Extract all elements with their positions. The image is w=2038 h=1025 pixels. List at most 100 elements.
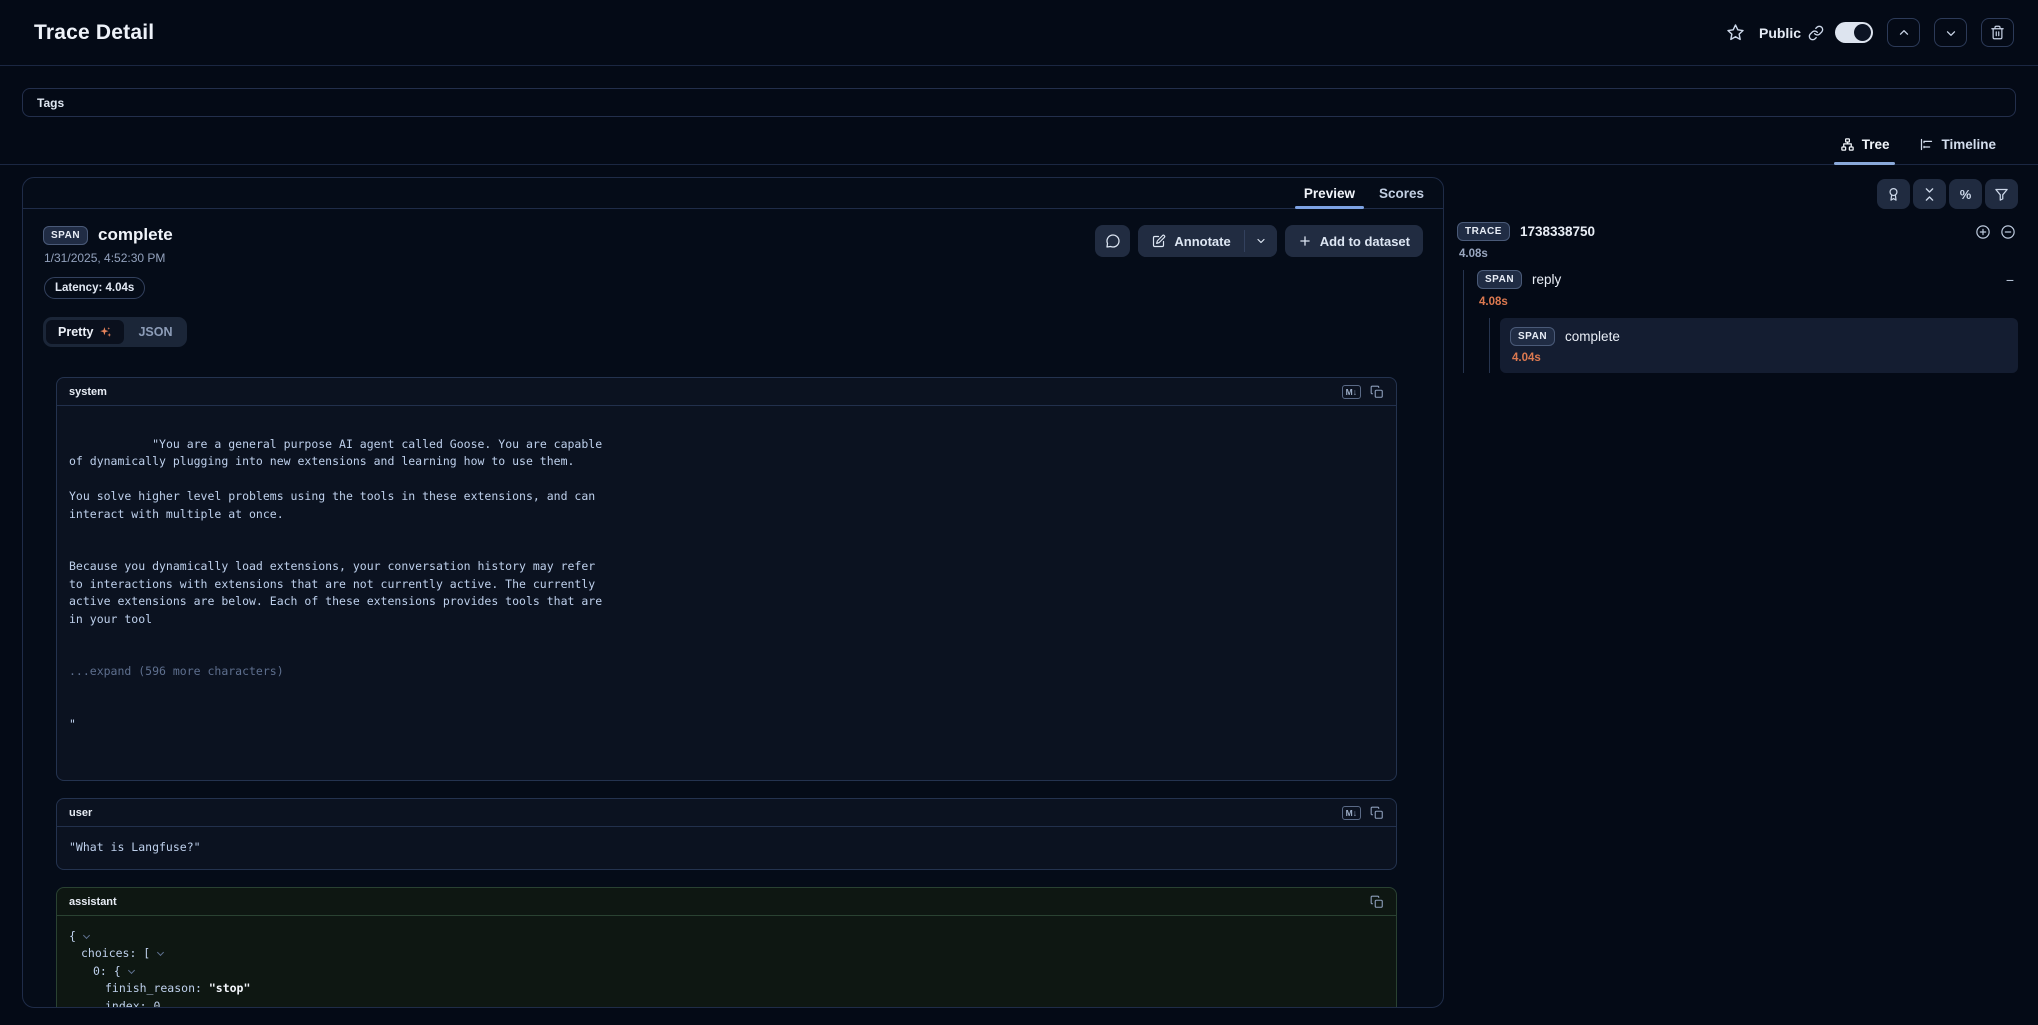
- format-json-label: JSON: [138, 325, 172, 339]
- tab-preview-label: Preview: [1304, 186, 1355, 201]
- chevron-down-icon: [1255, 235, 1267, 247]
- tree-row-trace[interactable]: TRACE 1738338750: [1457, 222, 2018, 241]
- code-line: choices: [: [69, 945, 1384, 963]
- comment-button[interactable]: [1095, 225, 1130, 257]
- system-message-text: "You are a general purpose AI agent call…: [69, 437, 602, 626]
- view-tabs: Tree Timeline: [0, 125, 2038, 165]
- annotate-dropdown-button[interactable]: [1245, 225, 1277, 257]
- code-line: finish_reason: "stop": [69, 980, 1384, 998]
- expand-link[interactable]: ...expand (596 more characters): [69, 663, 1384, 681]
- span-type-badge: SPAN: [1477, 270, 1522, 289]
- trace-type-badge: TRACE: [1457, 222, 1510, 241]
- format-pretty[interactable]: Pretty: [46, 320, 124, 344]
- percent-icon: %: [1960, 187, 1972, 202]
- code-text: finish_reason:: [105, 981, 209, 995]
- code-line: 0: {: [69, 963, 1384, 981]
- next-button[interactable]: [1934, 18, 1967, 47]
- message-role: assistant: [69, 896, 117, 908]
- message-user: user M↓ "What is Langfuse?": [56, 798, 1397, 870]
- trace-duration: 4.08s: [1459, 248, 2018, 260]
- code-text: {: [69, 929, 76, 943]
- span-duration: 4.08s: [1479, 296, 2018, 308]
- add-to-dataset-button[interactable]: Add to dataset: [1285, 225, 1423, 257]
- message-role: user: [69, 807, 92, 819]
- tab-scores-label: Scores: [1379, 186, 1424, 201]
- tree-icon: [1840, 137, 1855, 152]
- link-icon: [1808, 25, 1824, 41]
- format-json[interactable]: JSON: [126, 320, 184, 344]
- code-text: choices: [: [81, 946, 150, 960]
- chevron-down-icon[interactable]: [83, 931, 90, 938]
- span-type-badge: SPAN: [1510, 327, 1555, 346]
- filter-icon: [1994, 187, 2009, 202]
- code-text: index: 0: [105, 999, 160, 1008]
- tab-scores[interactable]: Scores: [1368, 178, 1435, 208]
- collapse-all-icon[interactable]: [2000, 224, 2016, 240]
- tab-tree[interactable]: Tree: [1838, 125, 1892, 164]
- sparkles-icon: [99, 326, 112, 339]
- public-label: Public: [1759, 25, 1801, 41]
- trace-tree-panel: % TRACE 1738338750 4.08s SPAN reply − 4.…: [1457, 177, 2018, 373]
- edit-icon: [1151, 234, 1166, 249]
- collapse-all-button[interactable]: [1913, 179, 1946, 209]
- previous-button[interactable]: [1887, 18, 1920, 47]
- tags-bar[interactable]: Tags: [22, 88, 2016, 117]
- closing-quote: ": [69, 716, 1384, 734]
- observation-title: complete: [98, 225, 173, 245]
- tab-preview[interactable]: Preview: [1293, 178, 1366, 208]
- tree-toolbar: %: [1457, 179, 2018, 209]
- delete-button[interactable]: [1981, 18, 2014, 47]
- plus-icon: [1298, 234, 1312, 248]
- format-toggle: Pretty JSON: [43, 317, 187, 347]
- markdown-icon[interactable]: M↓: [1342, 806, 1361, 820]
- annotate-button[interactable]: Annotate: [1138, 225, 1243, 257]
- tree-row-complete[interactable]: SPAN complete 4.04s: [1500, 318, 2018, 373]
- copy-icon[interactable]: [1370, 895, 1384, 909]
- assistant-code: {choices: [0: {finish_reason: "stop"inde…: [57, 916, 1396, 1008]
- tags-label: Tags: [37, 96, 64, 110]
- observation-timestamp: 1/31/2025, 4:52:30 PM: [44, 251, 173, 265]
- span-name: reply: [1532, 272, 1561, 287]
- message-assistant: assistant { choices: [ 0: { finish_reason: …: [56, 887, 1397, 1008]
- expand-all-icon[interactable]: [1975, 224, 1991, 240]
- copy-icon[interactable]: [1370, 385, 1384, 399]
- tab-timeline[interactable]: Timeline: [1917, 125, 1998, 164]
- code-line: index: 0: [69, 998, 1384, 1008]
- markdown-icon[interactable]: M↓: [1342, 385, 1361, 399]
- observation-preview-panel: Preview Scores SPAN complete 1/31/2025, …: [22, 177, 1444, 1008]
- code-text: 0: {: [93, 964, 121, 978]
- trace-id: 1738338750: [1520, 224, 1595, 239]
- chevron-down-icon[interactable]: [157, 949, 164, 956]
- chevron-down-icon: [1944, 26, 1958, 40]
- copy-icon[interactable]: [1370, 806, 1384, 820]
- toggle-knob: [1854, 24, 1871, 41]
- tab-tree-label: Tree: [1862, 137, 1890, 152]
- public-share-control[interactable]: Public: [1759, 22, 1873, 43]
- tree-row-reply[interactable]: SPAN reply −: [1477, 270, 2018, 289]
- annotate-label: Annotate: [1174, 234, 1230, 249]
- star-icon[interactable]: [1726, 23, 1745, 42]
- preview-tabs: Preview Scores: [23, 178, 1443, 209]
- message-system: system M↓ "You are a general purpose AI …: [56, 377, 1397, 781]
- user-message-text: "What is Langfuse?": [57, 827, 1396, 869]
- code-text: "stop": [209, 981, 251, 995]
- top-header: Trace Detail Public: [0, 0, 2038, 66]
- message-list: system M↓ "You are a general purpose AI …: [56, 377, 1397, 1007]
- comment-icon: [1105, 233, 1121, 249]
- code-line: {: [69, 928, 1384, 946]
- annotate-split-button: Annotate: [1138, 225, 1276, 257]
- collapse-node-icon[interactable]: −: [2006, 275, 2018, 285]
- metrics-toggle-button[interactable]: %: [1949, 179, 1982, 209]
- message-role: system: [69, 386, 107, 398]
- add-to-dataset-label: Add to dataset: [1320, 234, 1410, 249]
- page-title: Trace Detail: [34, 21, 154, 45]
- chevrons-collapse-icon: [1922, 187, 1937, 202]
- filter-button[interactable]: [1985, 179, 2018, 209]
- public-toggle[interactable]: [1835, 22, 1873, 43]
- chevron-up-icon: [1897, 26, 1911, 40]
- timeline-icon: [1919, 137, 1934, 152]
- chevron-down-icon[interactable]: [128, 966, 135, 973]
- scores-toggle-button[interactable]: [1877, 179, 1910, 209]
- span-name: complete: [1565, 329, 1620, 344]
- trash-icon: [1990, 25, 2005, 40]
